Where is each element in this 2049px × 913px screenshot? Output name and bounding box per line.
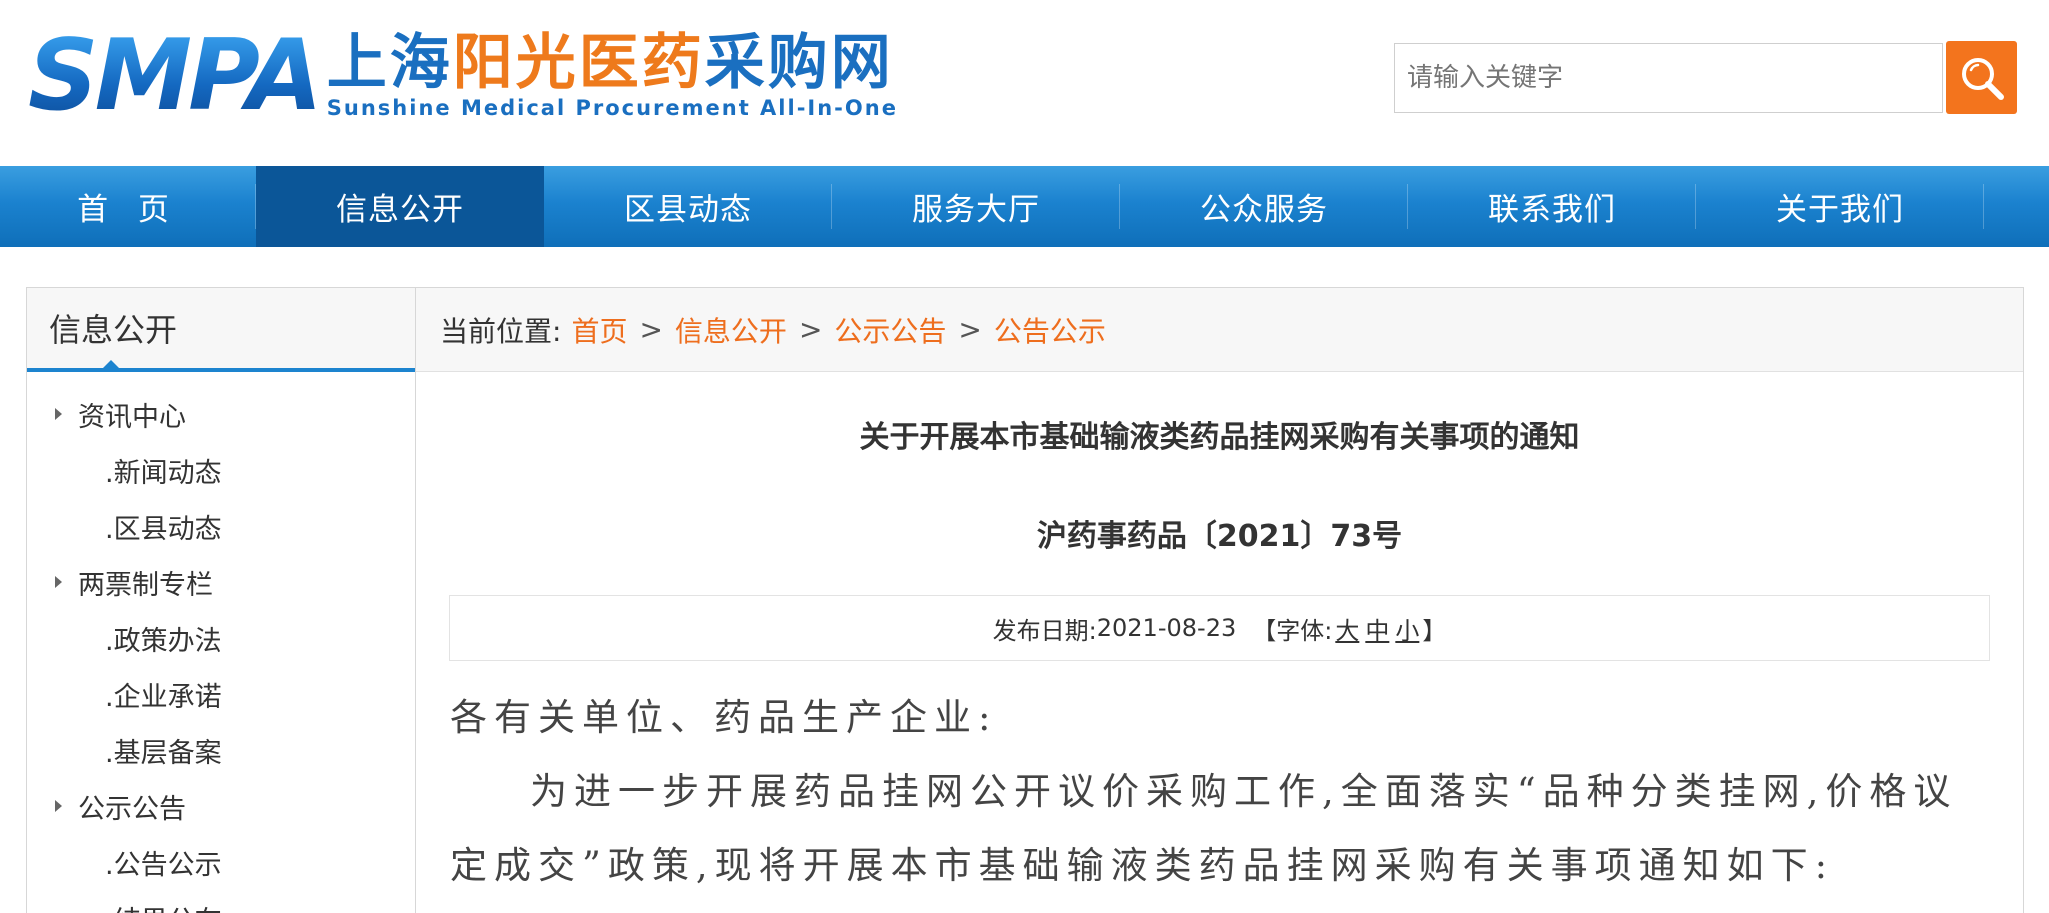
main-content: 当前位置: 首页 > 信息公开 > 公示公告 > 公告公示 关于开展本市基础输液… [416, 287, 2024, 913]
publish-date: 2021-08-23 [1096, 614, 1237, 642]
nav-item-service-hall[interactable]: 服务大厅 [832, 166, 1120, 247]
font-label-close: 】 [1422, 616, 1447, 645]
caret-right-icon [55, 408, 62, 420]
search-button[interactable] [1946, 41, 2017, 114]
sidebar-item-label: .政策办法 [105, 625, 222, 657]
breadcrumb-separator: > [958, 313, 982, 346]
sidebar-title-pointer [103, 360, 119, 368]
sidebar-item-news[interactable]: .新闻动态 [27, 442, 415, 498]
sidebar-item-commitment[interactable]: .企业承诺 [27, 666, 415, 722]
nav-item-public-service[interactable]: 公众服务 [1120, 166, 1408, 247]
publish-label: 发布日期: [992, 616, 1097, 645]
sidebar-item-notice[interactable]: .公告公示 [27, 834, 415, 890]
logo-mark: SMPA [28, 19, 323, 133]
breadcrumb: 当前位置: 首页 > 信息公开 > 公示公告 > 公告公示 [416, 288, 2023, 372]
nav-item-contact-us[interactable]: 联系我们 [1408, 166, 1696, 247]
breadcrumb-home[interactable]: 首页 [571, 310, 627, 350]
article-title: 关于开展本市基础输液类药品挂网采购有关事项的通知 [859, 420, 1580, 455]
sidebar-item-label: 资讯中心 [78, 401, 186, 433]
sidebar-item-two-invoice[interactable]: 两票制专栏 [27, 554, 415, 610]
sidebar-item-label: 两票制专栏 [78, 569, 213, 601]
article-salutation: 各有关单位、药品生产企业: [450, 696, 998, 739]
breadcrumb-info-disclosure[interactable]: 信息公开 [675, 310, 787, 350]
sidebar-item-news-center[interactable]: 资讯中心 [27, 386, 415, 442]
article-body: 各有关单位、药品生产企业: 为进一步开展药品挂网公开议价采购工作,全面落实“品种… [450, 681, 1990, 903]
font-small-button[interactable]: 小 [1395, 611, 1419, 646]
font-large-button[interactable]: 大 [1335, 611, 1359, 646]
logo-cn-part1: 上海 [326, 28, 453, 98]
main-nav: 首 页 信息公开 区县动态 服务大厅 公众服务 联系我们 关于我们 [0, 166, 2049, 247]
site-header: SMPA 上海阳光医药采购网 Sunshine Medical Procurem… [0, 0, 2049, 166]
logo-cn-part3: 采购网 [704, 28, 894, 98]
breadcrumb-separator: > [639, 313, 663, 346]
article-doc-number: 沪药事药品〔2021〕73号 [1036, 519, 1403, 554]
breadcrumb-separator: > [798, 313, 823, 346]
sidebar-item-label: 公示公告 [78, 793, 186, 825]
nav-item-info-disclosure[interactable]: 信息公开 [256, 166, 544, 247]
font-label-open: 【字体: [1252, 616, 1333, 645]
sidebar-item-label: .企业承诺 [105, 681, 222, 713]
search-input[interactable] [1395, 44, 1942, 112]
magnifier-icon [1961, 57, 2004, 100]
nav-item-about-us[interactable]: 关于我们 [1696, 166, 1984, 247]
search-box [1394, 43, 1943, 113]
font-medium-button[interactable]: 中 [1365, 611, 1389, 646]
article-paragraph: 为进一步开展药品挂网公开议价采购工作,全面落实“品种分类挂网,价格议定成交”政策… [450, 770, 1958, 887]
sidebar-item-label: .基层备案 [105, 737, 222, 769]
article-meta: 发布日期: 2021-08-23 【字体: 大 中 小 】 [449, 595, 1990, 661]
sidebar-item-label: .区县动态 [105, 513, 222, 545]
logo-cn: 上海阳光医药采购网 [327, 28, 898, 98]
sidebar: 信息公开 资讯中心 .新闻动态 .区县动态 两票制专栏 .政策办法 .企业承诺 … [26, 287, 416, 913]
sidebar-item-district[interactable]: .区县动态 [27, 498, 415, 554]
sidebar-item-label: .新闻动态 [105, 457, 222, 489]
sidebar-item-filing[interactable]: .基层备案 [27, 722, 415, 778]
site-logo[interactable]: SMPA 上海阳光医药采购网 Sunshine Medical Procurem… [28, 19, 898, 133]
logo-cn-part2: 阳光医药 [452, 28, 705, 98]
breadcrumb-announcements[interactable]: 公示公告 [834, 310, 946, 350]
sidebar-list: 资讯中心 .新闻动态 .区县动态 两票制专栏 .政策办法 .企业承诺 .基层备案… [27, 372, 415, 913]
logo-text: 上海阳光医药采购网 Sunshine Medical Procurement A… [327, 28, 898, 120]
sidebar-item-announcements[interactable]: 公示公告 [27, 778, 415, 834]
caret-right-icon [55, 576, 62, 588]
sidebar-item-label: .公告公示 [105, 849, 222, 881]
sidebar-item-label: .结果公布 [105, 899, 222, 913]
breadcrumb-label: 当前位置: [440, 314, 562, 348]
sidebar-title: 信息公开 [27, 288, 415, 372]
logo-en: Sunshine Medical Procurement All-In-One [326, 96, 898, 120]
nav-item-district-news[interactable]: 区县动态 [544, 166, 832, 247]
nav-item-home[interactable]: 首 页 [0, 166, 256, 247]
sidebar-title-text: 信息公开 [49, 311, 178, 349]
caret-right-icon [55, 800, 62, 812]
breadcrumb-notice[interactable]: 公告公示 [994, 310, 1106, 350]
sidebar-item-results[interactable]: .结果公布 [27, 890, 415, 913]
sidebar-item-policy[interactable]: .政策办法 [27, 610, 415, 666]
